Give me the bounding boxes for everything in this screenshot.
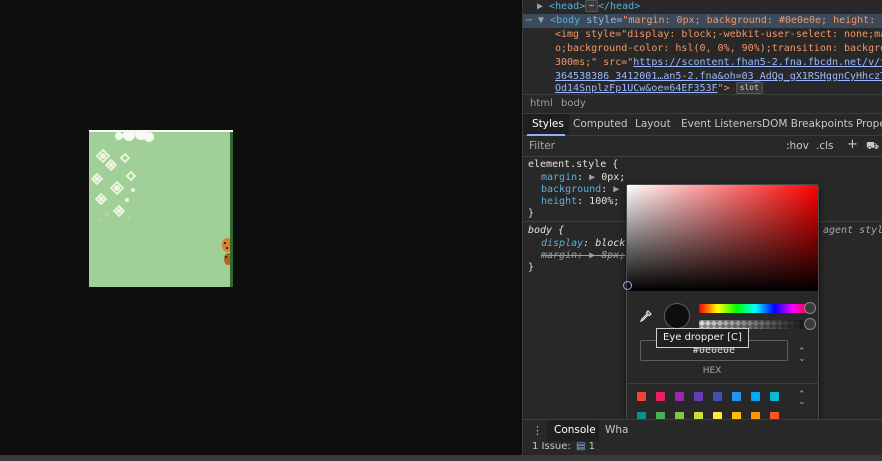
- eyedropper-tooltip: Eye dropper [C]: [656, 328, 749, 348]
- img-style-line-1: <img style="display: block;-webkit-user-…: [555, 29, 882, 40]
- tab-computed[interactable]: Computed: [573, 118, 628, 130]
- hue-slider-thumb[interactable]: [804, 302, 816, 314]
- palette-swatch[interactable]: [694, 392, 703, 401]
- palette-swatch[interactable]: [770, 392, 779, 401]
- img-src-link-1[interactable]: https://scontent.fhan5-2.fna.fbcdn.net/v…: [633, 57, 882, 68]
- tab-whats-new[interactable]: Wha: [605, 424, 628, 436]
- body-style-attr: style=: [586, 15, 623, 26]
- img-style-line-2: o;background-color: hsl(0, 0%, 90%);tran…: [555, 43, 882, 54]
- prop-height-value[interactable]: 100%;: [589, 196, 619, 207]
- image-right-edge: [230, 132, 233, 287]
- cls-toggle[interactable]: .cls: [816, 140, 834, 152]
- head-node[interactable]: ▶ <head> ⋯ </head>: [537, 0, 640, 14]
- body-open-tag: <body: [550, 15, 581, 26]
- head-ellipsis-badge[interactable]: ⋯: [585, 0, 598, 12]
- eyedropper-icon[interactable]: [639, 309, 653, 323]
- flower-pattern: [90, 132, 232, 265]
- rule-background[interactable]: background: ▶: [541, 184, 636, 196]
- styles-filter-bar: Filter :hov .cls + ⛟: [523, 137, 882, 157]
- slot-badge[interactable]: slot: [735, 82, 763, 94]
- tab-properties[interactable]: Prope: [856, 118, 882, 130]
- filter-input[interactable]: Filter: [529, 140, 555, 152]
- img-src-link-2[interactable]: 364538386_3412001…an5-2.fna&oh=03_AdQg_g…: [555, 71, 882, 82]
- color-picker-handle[interactable]: [623, 281, 632, 290]
- rule-display: display: block;: [541, 238, 632, 249]
- head-open-tag: <head>: [549, 1, 586, 12]
- current-color-swatch: [664, 303, 690, 329]
- active-tab-indicator: [527, 134, 565, 136]
- tab-console[interactable]: Console: [547, 420, 599, 441]
- breadcrumb: html body: [523, 94, 882, 114]
- body-rule-selector: body {: [528, 225, 565, 236]
- issue-icon: ▤: [575, 441, 586, 452]
- palette-swatch[interactable]: [675, 392, 684, 401]
- hex-format-label: HEX: [702, 366, 722, 376]
- prop-margin-name[interactable]: margin: [541, 172, 577, 183]
- head-close-tag: </head>: [598, 1, 641, 12]
- computed-sidebar-icon[interactable]: ⛟: [866, 140, 879, 154]
- palette-swatch[interactable]: [656, 392, 665, 401]
- img-tag-end: ">: [717, 83, 730, 94]
- add-rule-icon[interactable]: +: [847, 137, 858, 152]
- body-style-value: "margin: 0px; background: #0e0e0e; heigh…: [622, 15, 882, 26]
- saturation-value-area[interactable]: [627, 185, 818, 291]
- body-rule-close: }: [528, 262, 535, 273]
- elements-tree[interactable]: ▶ <head> ⋯ </head> ⋯ ▼ <body style="margin…: [523, 0, 882, 94]
- tab-styles[interactable]: Styles: [532, 118, 564, 130]
- palette-divider: [627, 383, 818, 384]
- img-node-line-3[interactable]: 300ms;" src="https://scontent.fhan5-2.fn…: [555, 56, 882, 70]
- page-viewport: [0, 0, 522, 461]
- issues-text: 1 Issue:: [532, 441, 571, 452]
- flower-image[interactable]: [89, 130, 233, 287]
- styles-subtabs: Styles Computed Layout Event Listeners D…: [523, 114, 882, 136]
- rule-height[interactable]: height: 100%;: [541, 196, 619, 208]
- hue-slider[interactable]: [699, 304, 812, 313]
- palette-swatch[interactable]: [637, 392, 646, 401]
- breadcrumb-body[interactable]: body: [561, 98, 586, 109]
- element-style-close: }: [528, 208, 535, 219]
- drawer-menu-icon[interactable]: ⋮: [532, 424, 543, 437]
- color-format-toggle-icon[interactable]: ⌃ ⌄: [798, 348, 806, 364]
- rule-margin[interactable]: margin: ▶ 0px;: [541, 172, 625, 184]
- rule-margin-overridden: margin: ▶ 8px;: [541, 250, 626, 261]
- prop-background-name[interactable]: background: [541, 184, 601, 195]
- img-node-line-1[interactable]: <img style="display: block;-webkit-user-…: [555, 28, 882, 42]
- img-src-link-3[interactable]: Od14SnplzFp1UCw&oe=64EF353F: [555, 83, 718, 94]
- hov-toggle[interactable]: :hov: [786, 140, 809, 152]
- tab-event-listeners[interactable]: Event Listeners: [681, 118, 762, 130]
- img-node-line-2[interactable]: o;background-color: hsl(0, 0%, 90%);tran…: [555, 42, 882, 56]
- palette-swatch[interactable]: [732, 392, 741, 401]
- alpha-slider-thumb[interactable]: [804, 318, 816, 330]
- user-agent-label: agent style: [823, 225, 882, 236]
- tab-dom-breakpoints[interactable]: DOM Breakpoints: [762, 118, 853, 130]
- issues-bar[interactable]: 1 Issue: ▤ 1: [523, 441, 882, 455]
- palette-swatch[interactable]: [751, 392, 760, 401]
- palette-swatch[interactable]: [713, 392, 722, 401]
- body-node[interactable]: ⋯ ▼ <body style="margin: 0px; background…: [526, 14, 882, 28]
- tab-layout[interactable]: Layout: [635, 118, 671, 130]
- prop-height-name[interactable]: height: [541, 196, 577, 207]
- issues-count: 1: [588, 441, 595, 452]
- prop-overridden-margin-name: margin: [541, 250, 578, 261]
- prop-display-name: display: [541, 238, 584, 249]
- element-style-selector: element.style {: [528, 159, 619, 170]
- prop-overridden-margin-value: 8px;: [601, 250, 626, 261]
- window-bottom-border: [0, 455, 882, 461]
- img-style-line-3: 300ms;" src=": [555, 57, 634, 68]
- breadcrumb-html[interactable]: html: [530, 98, 553, 109]
- prop-margin-value[interactable]: 0px;: [601, 172, 625, 183]
- color-picker-popover: #0e0e0e ⌃ ⌄ HEX ⌃ ⌄: [623, 184, 819, 451]
- devtools-panel: ▶ <head> ⋯ </head> ⋯ ▼ <body style="margin…: [522, 0, 882, 461]
- palette-switch-icon[interactable]: ⌃ ⌄: [798, 391, 806, 407]
